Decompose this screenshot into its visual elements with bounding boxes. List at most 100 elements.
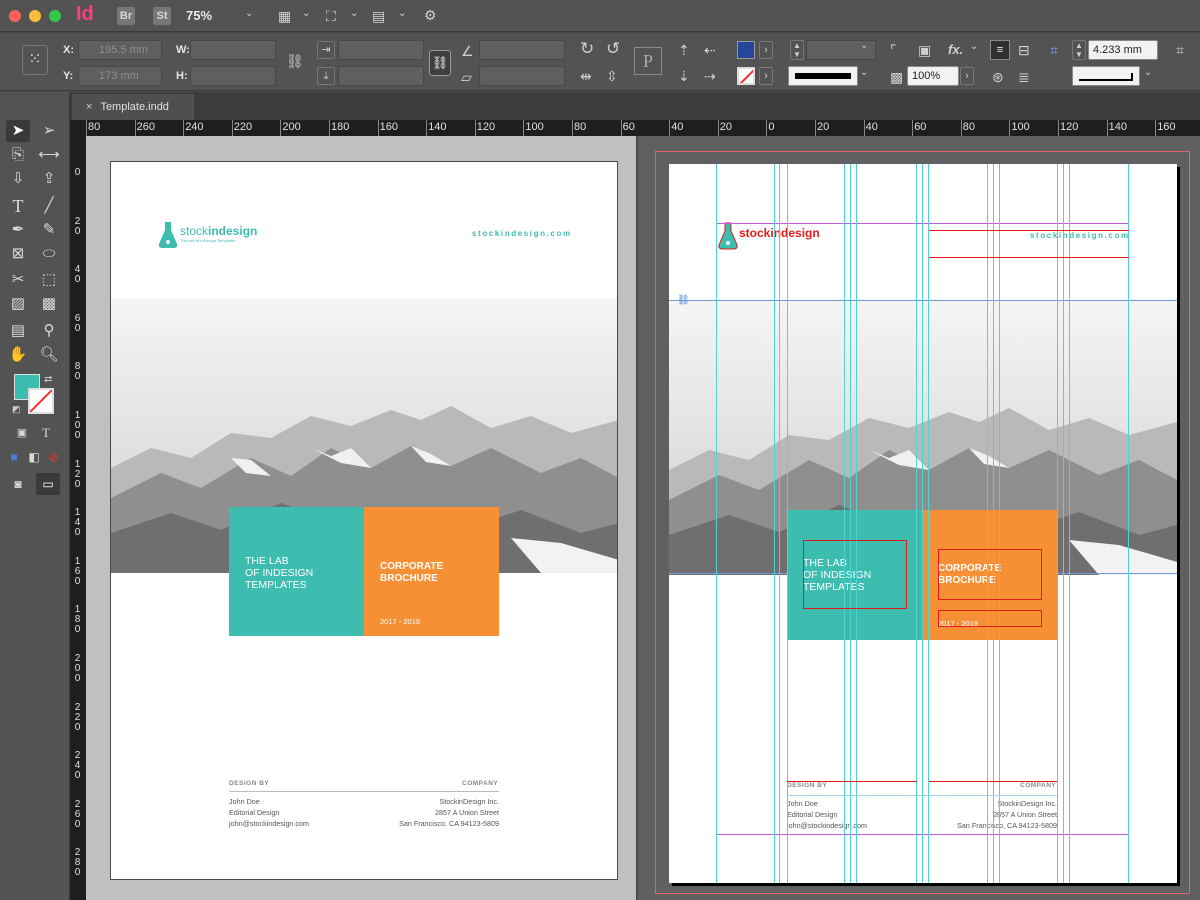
select-content-icon[interactable]: ⇣ — [678, 68, 690, 84]
page-edit-view[interactable]: stockindesign stockindesign.com ⛓ THE LA… — [669, 164, 1177, 883]
eyedropper-tool-icon[interactable]: ⚲ — [37, 320, 61, 342]
maximize-window-button[interactable] — [49, 10, 61, 22]
gradient-swatch-tool-icon[interactable]: ▨ — [6, 293, 30, 315]
column-guide[interactable] — [999, 164, 1000, 883]
width-field[interactable] — [190, 40, 276, 60]
column-guide[interactable] — [779, 164, 780, 883]
stroke-offset-spinner[interactable]: ▲ ▼ — [1072, 40, 1086, 60]
object-style-chevron-icon[interactable]: ⌄ — [1144, 67, 1152, 78]
column-guide[interactable] — [716, 164, 717, 883]
close-window-button[interactable] — [9, 10, 21, 22]
column-guide[interactable] — [787, 164, 788, 883]
formatting-container-icon[interactable]: ▣ — [10, 422, 34, 444]
page-tool-icon[interactable]: ⎘ — [6, 144, 30, 166]
screen-mode-chevron-icon[interactable]: ⌄ — [350, 8, 358, 19]
select-next-object-icon[interactable]: ⇢ — [704, 68, 716, 84]
reference-point-icon[interactable]: ⁙ — [22, 45, 48, 75]
stock-button[interactable]: St — [153, 7, 171, 25]
opacity-field[interactable]: 100% — [907, 66, 959, 86]
year-text-frame[interactable] — [938, 610, 1042, 627]
effects-chevron-icon[interactable]: ⌄ — [970, 41, 978, 52]
orange-title-frame[interactable] — [938, 549, 1042, 600]
column-guide[interactable] — [993, 164, 994, 883]
column-guide[interactable] — [1128, 164, 1129, 883]
teal-text-frame[interactable] — [803, 540, 907, 609]
stroke-swatch[interactable] — [737, 67, 755, 85]
screen-mode-icon[interactable]: ⛶ — [326, 8, 336, 24]
screen-mode-tool-icon[interactable]: ▭ — [36, 473, 60, 495]
column-guide[interactable] — [922, 164, 923, 883]
quick-apply-icon[interactable]: ⌗ — [1176, 42, 1184, 58]
column-guide[interactable] — [987, 164, 988, 883]
selection-tool-icon[interactable]: ➤ — [6, 120, 30, 142]
column-guide[interactable] — [1063, 164, 1064, 883]
type-tool-icon[interactable]: T — [6, 195, 30, 217]
flip-horizontal-icon[interactable]: ⇹ — [580, 68, 592, 84]
column-guide[interactable] — [844, 164, 845, 883]
close-tab-icon[interactable]: × — [86, 101, 92, 113]
formatting-text-icon[interactable]: T — [34, 422, 58, 444]
gap-tool-icon[interactable]: ⟷ — [37, 144, 61, 166]
content-grabber-link-icon[interactable]: ⛓ — [677, 295, 690, 306]
rectangle-frame-tool-icon[interactable]: ⊠ — [6, 243, 30, 265]
rotate-counterclockwise-icon[interactable]: ↺ — [606, 40, 620, 57]
apply-none-icon[interactable]: ⊘ — [42, 446, 66, 468]
stroke-color-swatch[interactable] — [28, 388, 54, 414]
default-fill-stroke-icon[interactable]: ◩ — [12, 404, 21, 415]
view-options-chevron-icon[interactable]: ⌄ — [302, 8, 310, 19]
horizontal-ruler[interactable]: 80 260 240 220 200 180 160 140 120 100 80 60 40 20 0 20… — [86, 120, 1200, 136]
design-by-frame[interactable] — [787, 781, 917, 782]
bridge-button[interactable]: Br — [117, 7, 135, 25]
pen-tool-icon[interactable]: ✒ — [6, 219, 30, 241]
view-options-icon[interactable]: ▦ — [278, 8, 291, 24]
column-guide[interactable] — [1057, 164, 1058, 883]
vertical-ruler[interactable]: 0 20 40 60 80 100 120 140 160 180 200 220 240 260 280 — [70, 136, 86, 900]
note-tool-icon[interactable]: ▤ — [6, 320, 30, 342]
rotate-clockwise-icon[interactable]: ↻ — [580, 40, 594, 57]
document-tab[interactable]: × Template.indd — [72, 94, 194, 120]
pencil-tool-icon[interactable]: ✎ — [37, 219, 61, 241]
page-preview[interactable]: stockindesign The Lab of InDesign Templa… — [110, 161, 618, 880]
stroke-type-chevron-icon[interactable]: ⌄ — [860, 67, 868, 78]
column-guide[interactable] — [856, 164, 857, 883]
stroke-offset-field[interactable]: 4.233 mm — [1088, 40, 1158, 60]
arrange-documents-chevron-icon[interactable]: ⌄ — [398, 8, 406, 19]
publish-online-icon[interactable]: ⚙ — [424, 7, 437, 23]
gradient-feather-tool-icon[interactable]: ▩ — [37, 293, 61, 315]
stroke-weight-chevron-icon[interactable]: ⌄ — [860, 40, 868, 51]
shear-angle-field[interactable] — [479, 66, 565, 86]
arrange-documents-icon[interactable]: ▤ — [372, 8, 385, 24]
content-placer-icon[interactable]: ⇪ — [37, 168, 61, 190]
x-position-field[interactable]: 195.5 mm — [78, 40, 162, 60]
scissors-tool-icon[interactable]: ✂ — [6, 269, 30, 291]
column-guide[interactable] — [928, 164, 929, 883]
column-guide[interactable] — [916, 164, 917, 883]
minimize-window-button[interactable] — [29, 10, 41, 22]
swap-fill-stroke-icon[interactable]: ⇄ — [44, 374, 52, 385]
select-previous-object-icon[interactable]: ⇠ — [704, 42, 716, 58]
corner-options-icon[interactable]: ⌜ — [890, 42, 897, 58]
scale-y-field[interactable] — [338, 66, 424, 86]
zoom-tool-icon[interactable]: 🔍︎ — [37, 344, 61, 366]
height-field[interactable] — [190, 66, 276, 86]
column-guide[interactable] — [1069, 164, 1070, 883]
text-wrap-none-icon[interactable]: ≡ — [990, 40, 1010, 60]
fill-swatch-chevron-icon[interactable]: › — [759, 41, 773, 59]
zoom-dropdown-chevron-icon[interactable]: ⌄ — [245, 8, 253, 19]
select-container-icon[interactable]: ⇡ — [678, 42, 690, 58]
free-transform-tool-icon[interactable]: ⬚ — [37, 269, 61, 291]
rotation-angle-field[interactable] — [479, 40, 565, 60]
text-wrap-jump-icon[interactable]: ≣ — [1018, 69, 1030, 85]
scale-x-field[interactable] — [338, 40, 424, 60]
fill-swatch[interactable] — [737, 41, 755, 59]
direct-selection-tool-icon[interactable]: ➢ — [37, 120, 61, 142]
effects-icon[interactable]: fx. — [948, 42, 963, 58]
ellipse-tool-icon[interactable]: ⬭ — [37, 243, 61, 265]
constrain-proportions-icon[interactable]: ⛓ — [286, 53, 304, 69]
drop-shadow-icon[interactable]: ▣ — [918, 42, 931, 58]
content-collector-icon[interactable]: ⇩ — [6, 168, 30, 190]
line-tool-icon[interactable]: ╱ — [37, 195, 61, 217]
ruler-origin[interactable] — [70, 120, 86, 136]
company-frame[interactable] — [929, 781, 1057, 782]
flip-vertical-icon[interactable]: ⇳ — [606, 68, 618, 84]
